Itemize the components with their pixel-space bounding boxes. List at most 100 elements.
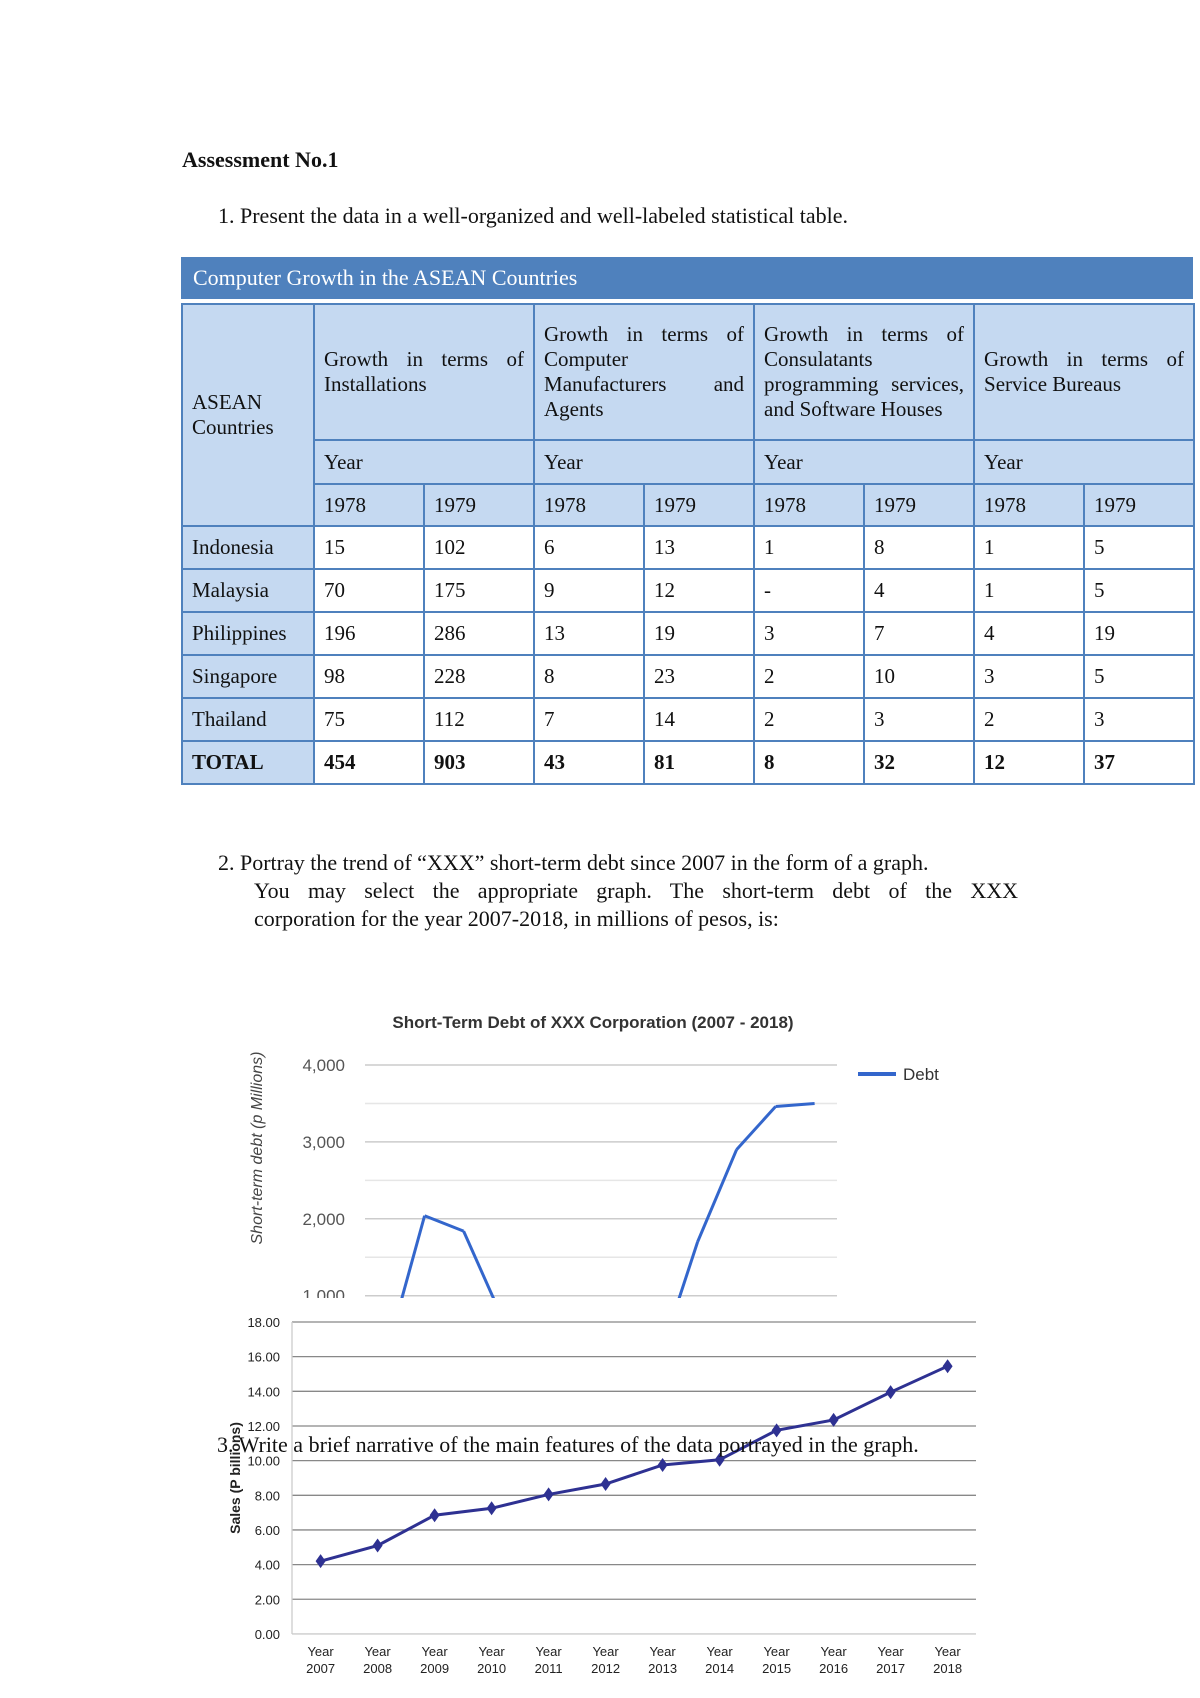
value-cell: 112 [422, 697, 536, 742]
year-cell: 1979 [863, 483, 976, 527]
value-cell: 43 [533, 740, 646, 785]
value-cell: 70 [313, 568, 425, 613]
x-tick-label: Year 2007 [306, 1644, 335, 1676]
y-tick-label: 16.00 [247, 1350, 280, 1365]
value-cell: 903 [422, 740, 536, 785]
group-header: Growth in terms of Installations [312, 303, 536, 441]
value-cell: 9 [533, 568, 646, 613]
assessment-heading: Assessment No.1 [182, 147, 339, 172]
value-cell: 10 [863, 654, 976, 699]
x-tick-label: Year 2008 [363, 1644, 392, 1676]
value-cell: 175 [422, 568, 536, 613]
debt-line-segment [696, 1149, 738, 1243]
data-point-marker [315, 1554, 326, 1569]
year-header: Year [312, 439, 536, 485]
y-tick-label: 3,000 [302, 1133, 345, 1152]
value-cell: 15 [313, 525, 425, 570]
group-header: Growth in terms of Service Bureaus [973, 303, 1196, 441]
y-tick-label: 8.00 [255, 1488, 280, 1503]
value-cell: 8 [863, 525, 976, 570]
debt-line-segment [462, 1230, 496, 1298]
data-point-marker [486, 1501, 497, 1516]
debt-line-segment [424, 1214, 465, 1233]
chart-title: Short-Term Debt of XXX Corporation (2007… [392, 1013, 793, 1032]
value-cell: 6 [533, 525, 646, 570]
table-row: Thailand 75 112 7 14 2 3 2 3 [181, 697, 1196, 742]
x-tick-label: Year 2016 [819, 1644, 848, 1676]
y-tick-label: 0.00 [255, 1627, 280, 1642]
data-point-marker [429, 1508, 440, 1523]
value-cell: 2 [753, 697, 866, 742]
table-title: Computer Growth in the ASEAN Countries [181, 257, 1193, 303]
country-cell: Singapore [181, 654, 315, 699]
table-row: Malaysia 70 175 9 12-4 1 5 [181, 568, 1196, 613]
x-tick-label: Year 2010 [477, 1644, 506, 1676]
data-point-marker [828, 1412, 839, 1427]
data-point-marker [600, 1477, 611, 1492]
value-cell: 13 [643, 525, 756, 570]
year-cell: 1978 [753, 483, 866, 527]
country-cell: Indonesia [181, 525, 315, 570]
year-cell: 1978 [533, 483, 646, 527]
x-tick-label: Year 2017 [876, 1644, 905, 1676]
country-cell: TOTAL [181, 740, 315, 785]
value-cell: 196 [313, 611, 425, 656]
debt-line-chart: Short-Term Debt of XXX Corporation (2007… [249, 1013, 939, 1298]
x-tick-label: Year 2015 [762, 1644, 791, 1676]
country-cell: Thailand [181, 697, 315, 742]
group-header: Growth in terms of Consulatants programm… [753, 303, 976, 441]
value-cell: 1 [973, 525, 1086, 570]
debt-line-segment [735, 1105, 777, 1151]
debt-line-segment [677, 1241, 700, 1298]
year-header: Year [753, 439, 976, 485]
y-tick-label: 1,000 [302, 1287, 345, 1298]
value-cell: 8 [533, 654, 646, 699]
y-tick-label: 2.00 [255, 1592, 280, 1607]
y-tick-label: 4,000 [302, 1056, 345, 1075]
sales-line-chart: Sales (P billions) 0.002.004.006.008.001… [0, 1298, 1200, 1698]
value-cell: 3 [1083, 697, 1196, 742]
value-cell: 12 [973, 740, 1086, 785]
value-cell: 13 [533, 611, 646, 656]
year-cell: 1978 [313, 483, 425, 527]
question-2-line: 2. Portray the trend of “XXX” short-term… [218, 850, 929, 875]
group-header: Growth in terms of Computer Manufacturer… [533, 303, 756, 441]
year-cell: 1979 [422, 483, 536, 527]
value-cell: 2 [753, 654, 866, 699]
value-cell: 3 [863, 697, 976, 742]
x-tick-label: Year 2011 [535, 1644, 563, 1676]
value-cell: 81 [643, 740, 756, 785]
table-row: Indonesia 15 102 6 13 1 8 1 5 [181, 525, 1196, 570]
country-cell: Malaysia [181, 568, 315, 613]
y-tick-label: 2,000 [302, 1210, 345, 1229]
value-cell: 75 [313, 697, 425, 742]
x-tick-label: Year 2018 [933, 1644, 962, 1676]
y-tick-label: 18.00 [247, 1315, 280, 1330]
year-cell: 1979 [643, 483, 756, 527]
value-cell: 1 [973, 568, 1086, 613]
question-2-line: corporation for the year 2007-2018, in m… [254, 906, 779, 931]
table-row: TOTAL 454 903 43 81 8 32 12 37 [181, 740, 1196, 785]
value-cell: 3 [973, 654, 1086, 699]
legend-label: Debt [903, 1065, 939, 1084]
computer-growth-table: Computer Growth in the ASEAN Countries A… [181, 257, 1196, 785]
value-cell: 14 [643, 697, 756, 742]
value-cell: 2 [973, 697, 1086, 742]
value-cell: 454 [313, 740, 425, 785]
y-tick-label: 4.00 [255, 1558, 280, 1573]
table-row: Philippines 196 286 13 19 3 7 4 19 [181, 611, 1196, 656]
value-cell: 286 [422, 611, 536, 656]
value-cell: 8 [753, 740, 866, 785]
value-cell: 5 [1083, 654, 1196, 699]
data-point-marker [543, 1487, 554, 1502]
sales-line [320, 1364, 949, 1563]
value-cell: 4 [863, 568, 976, 613]
x-tick-label: Year 2013 [648, 1644, 677, 1676]
y-axis-label: Short-term debt (p Millions) [249, 1052, 266, 1245]
question-2-line: You may select the appropriate graph. Th… [254, 878, 1018, 903]
value-cell: 228 [422, 654, 536, 699]
question-3: 3. Write a brief narrative of the main f… [217, 1432, 919, 1457]
year-header: Year [973, 439, 1196, 485]
data-point-marker [885, 1385, 896, 1400]
value-cell: 19 [643, 611, 756, 656]
